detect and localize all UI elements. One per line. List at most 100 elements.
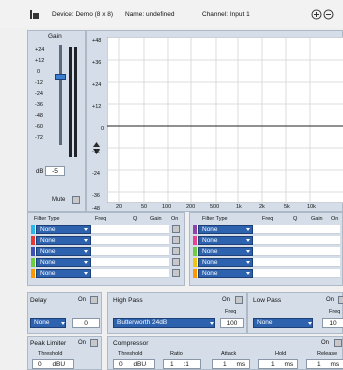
peak-limiter-title: Peak Limiter [30,340,67,347]
filter-color-swatch [31,225,35,234]
name-label: Name: undefined [125,11,175,18]
chevron-down-icon [246,272,250,275]
delay-title: Delay [30,297,47,304]
ratio-unit: :1 [183,361,189,368]
gain-slider-track[interactable] [59,45,62,145]
attack-value: 1 [223,361,227,368]
gain-scale-label: -12 [35,80,43,86]
x-tick-label: 200 [186,204,196,210]
filter-row: None [31,247,169,256]
filter-type-select[interactable]: None [36,258,91,267]
filter-color-swatch [193,225,197,234]
filter-type-header: Filter Type [202,216,228,222]
attack-unit: ms [236,361,246,368]
filter-type-select[interactable]: None [198,236,253,245]
delay-on-checkbox[interactable] [90,296,98,304]
filter-on-checkbox[interactable] [172,225,180,233]
filter-type-select[interactable]: None [36,269,91,278]
peak-limiter-threshold-input[interactable]: 0 dBU [32,359,74,369]
chevron-down-icon [246,261,250,264]
gain-meter-right [74,47,77,157]
filter-row: None [193,258,340,267]
gain-meter-left [69,47,72,157]
y-tick-label: +36 [92,60,102,66]
gain-panel: Gain +24 +12 0 -12 -24 -36 -48 -60 -72 d… [27,30,86,212]
chevron-down-icon [308,322,312,325]
filter-type-select[interactable]: None [198,225,253,234]
chevron-down-icon [246,228,250,231]
filter-on-checkbox[interactable] [172,247,180,255]
filter-color-swatch [193,247,197,256]
filter-type-select[interactable]: None [36,225,91,234]
gain-title: Gain [48,33,62,40]
peak-limiter-on-checkbox[interactable] [90,339,98,347]
low-pass-select[interactable]: None [253,318,313,328]
compressor-attack-input[interactable]: 1 ms [212,359,250,369]
freq-header: Freq [262,216,274,222]
threshold-unit: dBU [52,361,66,368]
compressor-on-checkbox[interactable] [334,339,342,347]
mute-checkbox[interactable] [72,196,80,204]
filter-row: None [193,269,340,278]
filter-color-swatch [193,236,197,245]
remove-circle-icon[interactable] [323,9,334,20]
high-pass-select[interactable]: Butterworth 24dB [113,318,215,328]
low-pass-freq-input[interactable]: 10 [322,318,343,328]
y-tick-label: -36 [92,193,100,199]
release-value: 1 [317,361,321,368]
filter-type-select[interactable]: None [198,269,253,278]
filter-type-select[interactable]: None [36,247,91,256]
mute-label: Mute [52,197,66,203]
threshold-value: 0 [38,361,42,368]
high-pass-on-checkbox[interactable] [235,296,243,304]
y-tick-label: +24 [92,82,102,88]
compressor-hold-input[interactable]: 1 ms [258,359,298,369]
gain-scale-label: +24 [35,47,45,53]
filter-on-checkbox[interactable] [172,258,180,266]
low-pass-on-label: On [326,297,335,303]
hold-value: 1 [271,361,275,368]
ratio-value: 1 [170,361,174,368]
low-pass-on-checkbox[interactable] [338,296,343,304]
filter-row: None [31,236,169,245]
filter-color-swatch [31,236,35,245]
compressor-ratio-input[interactable]: 1 :1 [163,359,201,369]
filter-on-checkbox[interactable] [172,236,180,244]
filter-type-select[interactable]: None [198,258,253,267]
x-tick-label: 1k [236,204,242,210]
threshold-unit: dBU [133,361,147,368]
filter-type-select[interactable]: None [36,236,91,245]
y-tick-label: 0 [101,126,105,132]
filter-color-swatch [31,269,35,278]
x-tick-label: 50 [141,204,148,210]
x-tick-label: 100 [162,204,172,210]
release-unit: ms [330,361,340,368]
chevron-down-icon [84,272,88,275]
eq-graph[interactable] [107,37,343,203]
hold-unit: ms [284,361,294,368]
filter-color-swatch [31,247,35,256]
x-tick-label: 10k [307,204,316,210]
delay-on-label: On [78,297,87,303]
filter-on-checkbox[interactable] [172,269,180,277]
compressor-release-label: Release [317,351,338,357]
gain-scale-label: +12 [35,58,45,64]
chevron-down-icon [210,322,214,325]
delay-value-input[interactable]: 0 [72,318,100,328]
high-pass-freq-input[interactable]: 100 [220,318,244,328]
high-pass-on-label: On [222,297,231,303]
delay-panel: Delay On None 0 [27,292,102,334]
compressor-release-input[interactable]: 1 ms [306,359,343,369]
compressor-threshold-input[interactable]: 0 dBU [113,359,155,369]
x-tick-label: 2k [259,204,265,210]
gain-slider-handle[interactable] [55,74,66,80]
gain-value-input[interactable]: -5 [45,166,65,176]
y-tick-label: +12 [92,104,102,110]
add-circle-icon[interactable] [311,9,322,20]
y-tick-label: -24 [92,171,100,177]
filter-type-select[interactable]: None [198,247,253,256]
freq-header: Freq [95,216,107,222]
gain-unit-label: dB [36,169,44,175]
header-bar: Device: Demo (8 x 8) Name: undefined Cha… [0,0,343,28]
x-tick-label: 20 [116,204,123,210]
